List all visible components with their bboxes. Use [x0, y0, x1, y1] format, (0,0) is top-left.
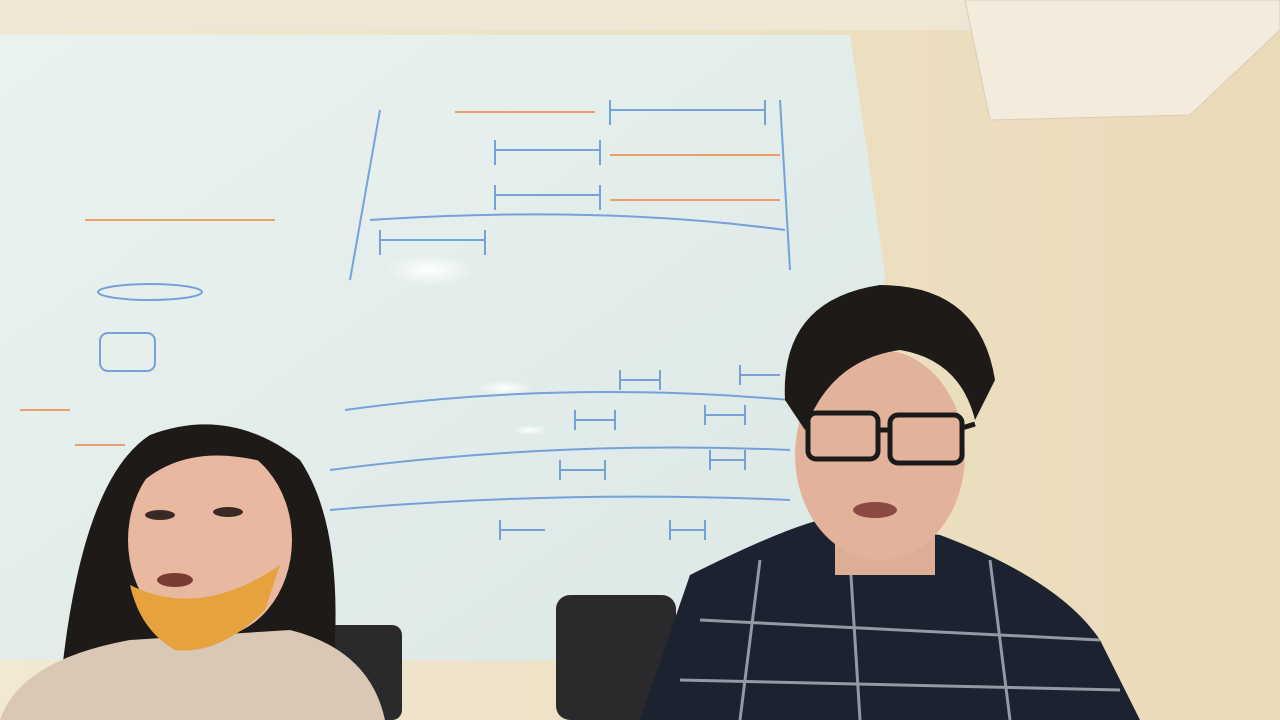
webcam-scene	[0, 0, 1280, 720]
ceiling-trim	[0, 0, 970, 30]
light-glare	[385, 254, 475, 286]
